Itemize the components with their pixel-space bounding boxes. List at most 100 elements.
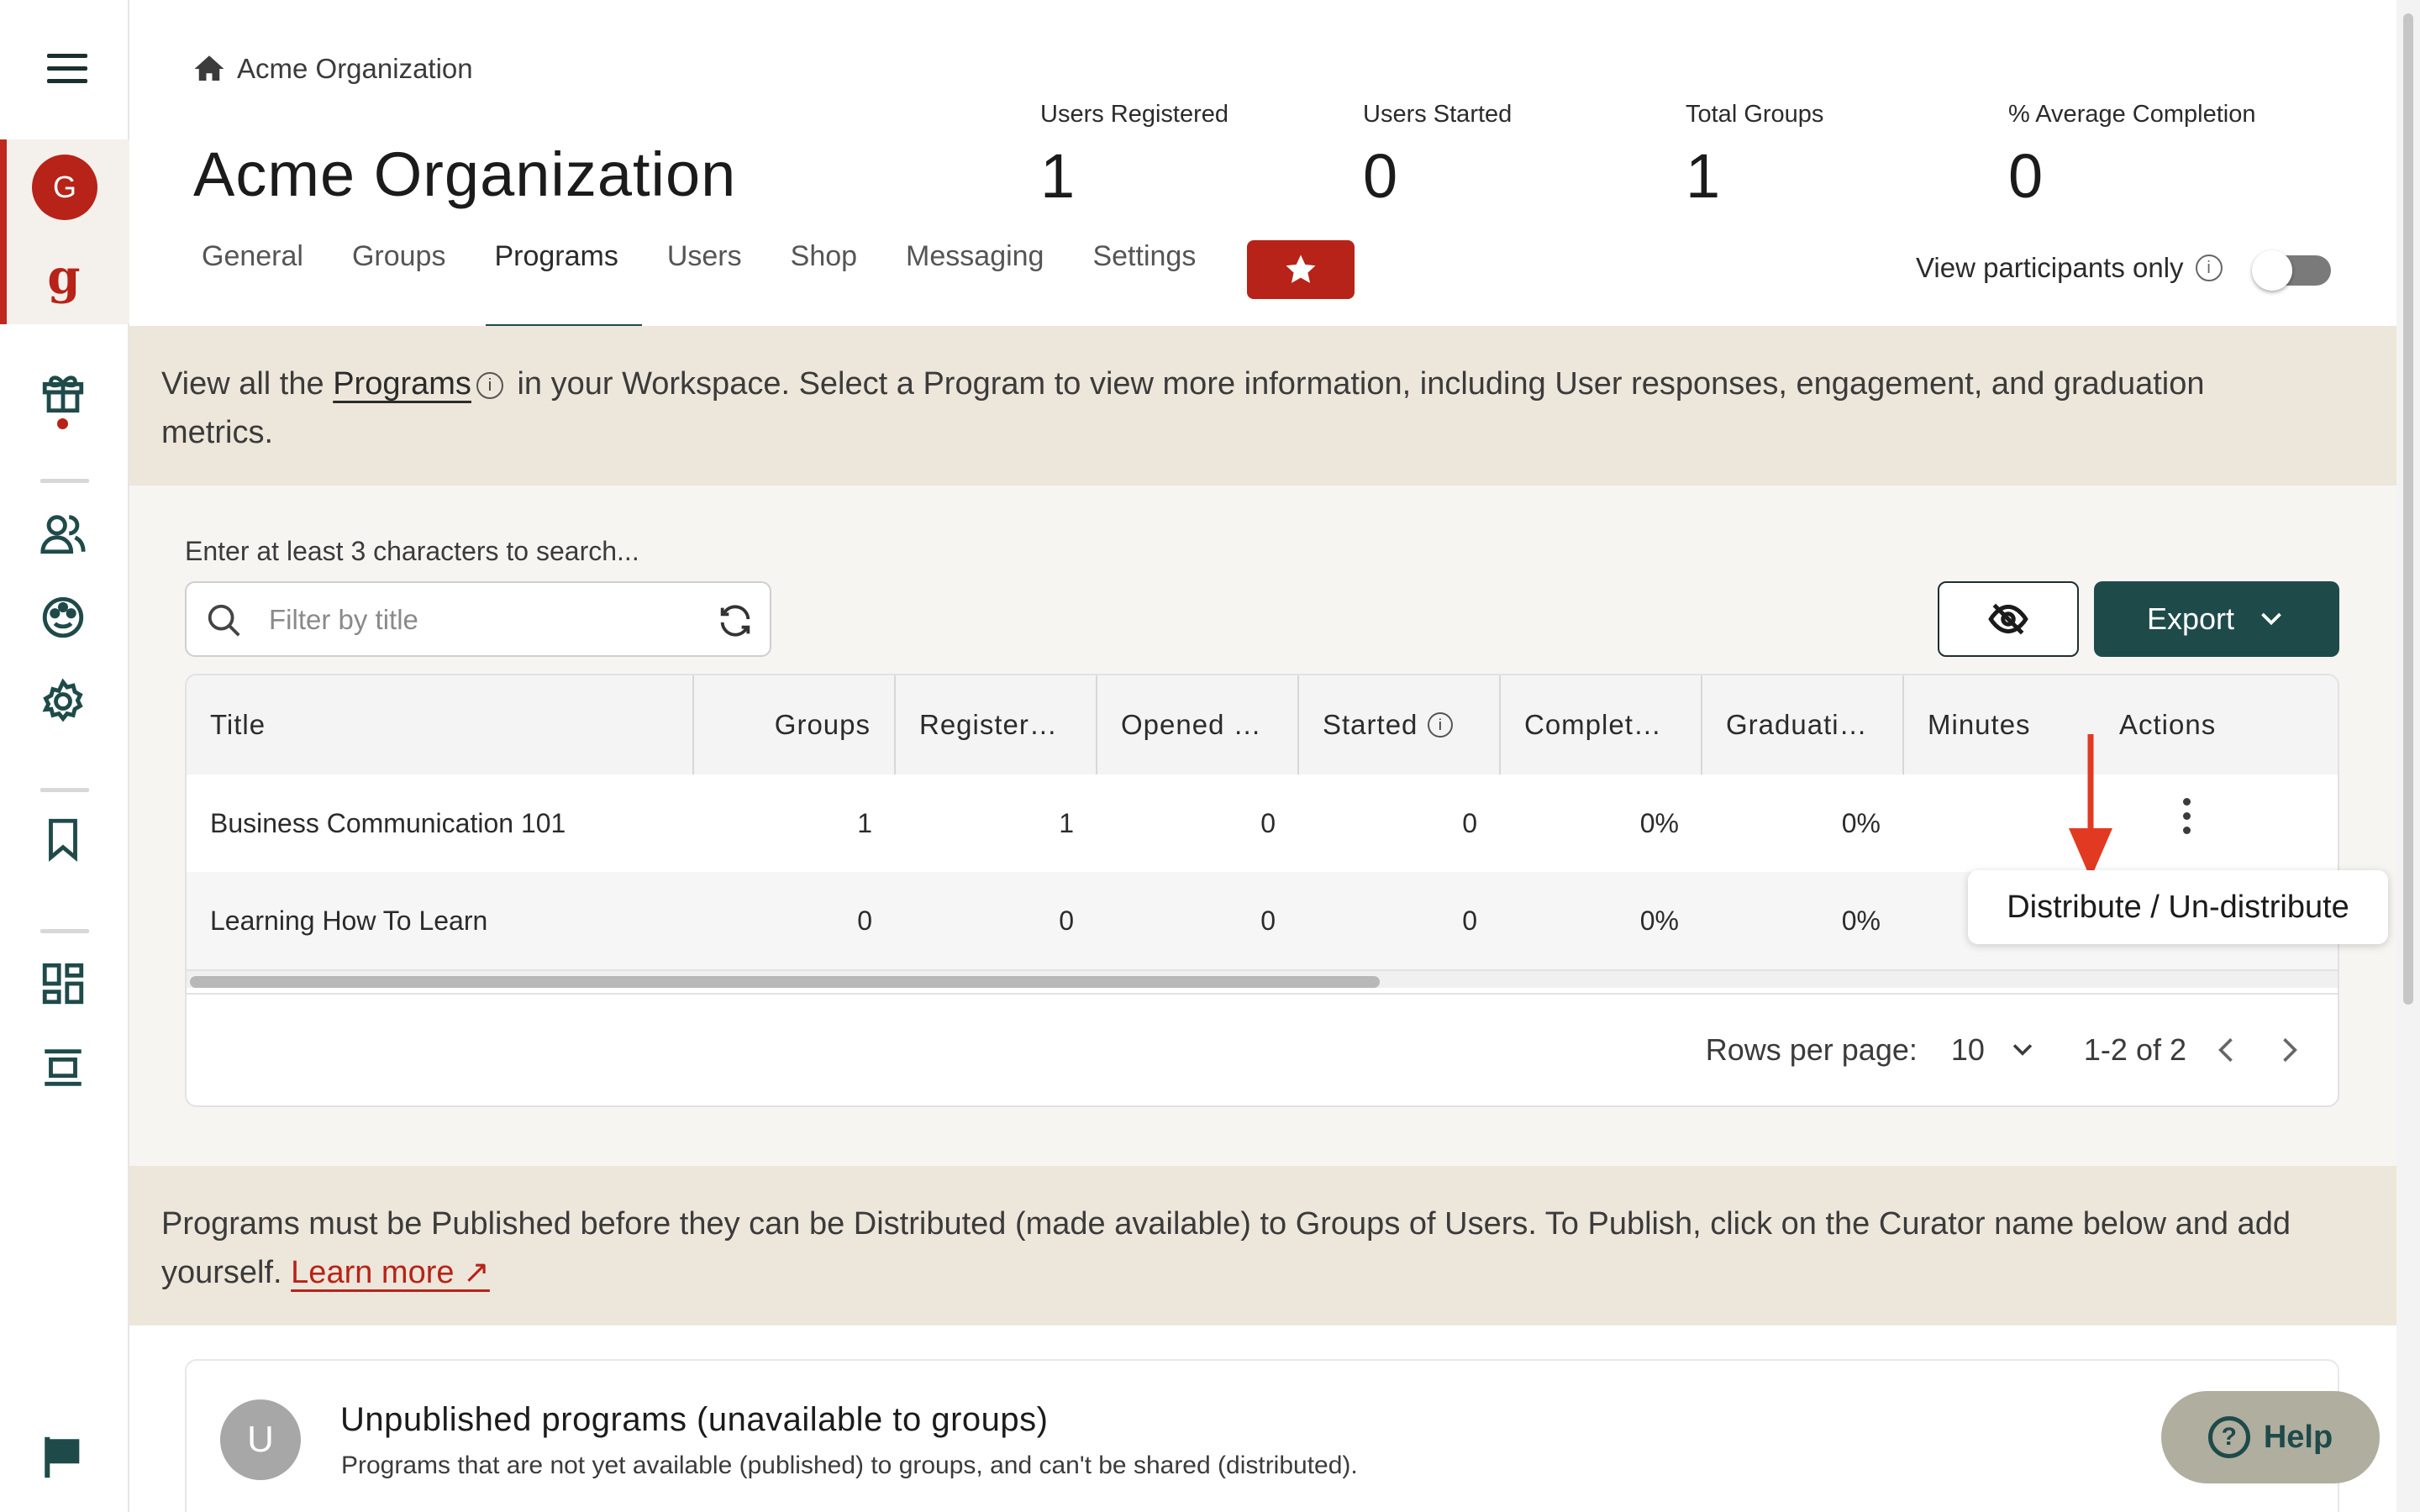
info-icon[interactable]: i — [1428, 712, 1454, 738]
tab-settings[interactable]: Settings — [1092, 240, 1219, 328]
cell-registered: 1 — [1059, 807, 1074, 838]
unpublished-subtitle: Programs that are not yet available (pub… — [341, 1452, 1358, 1479]
bookmark-icon[interactable] — [39, 815, 87, 864]
chevron-down-icon — [2012, 1044, 2033, 1056]
refresh-icon[interactable] — [716, 601, 755, 640]
stat-users-registered: Users Registered 1 — [1040, 101, 1228, 212]
gift-icon[interactable] — [39, 368, 87, 417]
export-button[interactable]: Export — [2094, 581, 2339, 657]
column-header-opened[interactable]: Opened … — [1097, 675, 1299, 774]
flag-icon[interactable] — [39, 1433, 87, 1482]
favorite-button[interactable] — [1247, 240, 1355, 299]
programs-link[interactable]: Programs — [333, 366, 471, 402]
column-header-started[interactable]: Started i — [1299, 675, 1501, 774]
view-participants-toggle[interactable] — [2252, 250, 2331, 291]
cell-started: 0 — [1462, 905, 1477, 936]
help-button[interactable]: ? Help — [2161, 1391, 2380, 1483]
home-icon — [194, 55, 224, 81]
page-title: Acme Organization — [193, 139, 737, 209]
stat-total-groups: Total Groups 1 — [1686, 101, 1823, 212]
chevron-down-icon — [2261, 612, 2281, 626]
stat-value: 0 — [2008, 141, 2044, 211]
tab-general[interactable]: General — [202, 240, 327, 328]
cell-completed: 0% — [1639, 905, 1679, 936]
tab-programs[interactable]: Programs — [486, 240, 643, 328]
cell-graduation: 0% — [1841, 905, 1881, 936]
dashboard-icon[interactable] — [39, 959, 87, 1008]
search-input[interactable] — [269, 600, 689, 640]
info-banner-prefix: View all the — [161, 366, 334, 402]
cell-graduation: 0% — [1841, 807, 1881, 838]
stat-label: Users Registered — [1040, 101, 1229, 128]
column-header-graduation[interactable]: Graduati… — [1702, 675, 1904, 774]
column-header-started-label: Started — [1323, 709, 1418, 740]
rows-per-page-select[interactable]: 10 — [1951, 1032, 2037, 1068]
help-label: Help — [2263, 1419, 2333, 1455]
page-scrollbar[interactable] — [2396, 0, 2420, 1512]
cell-opened: 0 — [1260, 905, 1276, 936]
stat-value: 0 — [1363, 141, 1398, 211]
stat-value: 1 — [1686, 141, 1721, 211]
tab-groups[interactable]: Groups — [352, 240, 470, 328]
view-participants-label: View participants only — [1916, 252, 2184, 283]
info-icon[interactable]: i — [476, 371, 503, 399]
stat-label: Users Started — [1363, 101, 1512, 128]
chevron-left-icon[interactable] — [2208, 1032, 2245, 1068]
search-hint: Enter at least 3 characters to search... — [185, 536, 639, 566]
gear-icon[interactable] — [39, 677, 87, 726]
cell-started: 0 — [1462, 807, 1477, 838]
layout-icon[interactable] — [39, 1043, 87, 1092]
publish-banner-text: Programs must be Published before they c… — [161, 1200, 2321, 1297]
export-label: Export — [2146, 601, 2235, 636]
tab-messaging[interactable]: Messaging — [906, 240, 1067, 328]
cell-groups: 0 — [857, 905, 872, 936]
info-icon[interactable]: i — [2195, 255, 2223, 281]
stat-users-started: Users Started 0 — [1363, 101, 1512, 212]
cell-title[interactable]: Learning How To Learn — [187, 906, 694, 937]
breadcrumb[interactable]: Acme Organization — [192, 50, 473, 87]
column-header-registered[interactable]: Register… — [896, 675, 1097, 774]
cell-title[interactable]: Business Communication 101 — [187, 808, 694, 839]
hide-columns-button[interactable] — [1938, 581, 2079, 657]
rail-divider — [40, 788, 89, 792]
tab-bar: General Groups Programs Users Shop Messa… — [202, 240, 1244, 328]
help-icon: ? — [2207, 1416, 2250, 1458]
cell-registered: 0 — [1059, 905, 1074, 936]
rows-per-page-value: 10 — [1950, 1032, 1985, 1067]
cell-completed: 0% — [1639, 807, 1679, 838]
brand-logo-icon[interactable]: g — [42, 252, 86, 302]
tab-shop[interactable]: Shop — [791, 240, 881, 328]
page-range: 1-2 of 2 — [2083, 1032, 2186, 1067]
search-icon — [208, 604, 240, 637]
info-banner: View all the Programs i in your Workspace… — [129, 326, 2396, 486]
view-participants-only: View participants only i — [1916, 252, 2223, 284]
tab-users[interactable]: Users — [667, 240, 765, 328]
stat-value: 1 — [1040, 141, 1076, 211]
avatar[interactable]: G — [32, 155, 97, 220]
column-header-groups[interactable]: Groups — [694, 675, 896, 774]
column-header-minutes[interactable]: Minutes — [1904, 675, 2072, 774]
eye-off-icon — [1988, 603, 2028, 635]
stat-label: % Average Completion — [2008, 101, 2256, 128]
chevron-right-icon[interactable] — [2270, 1032, 2307, 1068]
hamburger-menu-icon[interactable] — [47, 54, 87, 84]
column-header-completed[interactable]: Complet… — [1501, 675, 1702, 774]
palette-icon[interactable] — [39, 593, 87, 642]
table-horizontal-scrollbar[interactable] — [187, 969, 2338, 988]
column-header-title[interactable]: Title — [187, 675, 694, 774]
annotation-arrow-icon — [2069, 734, 2112, 879]
table-row[interactable]: Business Communication 101 1 1 0 0 0% 0% — [187, 774, 2338, 872]
publish-banner: Programs must be Published before they c… — [129, 1166, 2396, 1326]
pagination: Rows per page: 10 1-2 of 2 — [187, 993, 2338, 1105]
learn-more-link[interactable]: Learn more ↗ — [291, 1255, 490, 1290]
rows-per-page-label: Rows per page: — [1705, 1032, 1918, 1067]
rail-divider — [40, 479, 89, 483]
star-icon — [1286, 255, 1316, 283]
users-icon[interactable] — [39, 509, 87, 558]
unpublished-title: Unpublished programs (unavailable to gro… — [340, 1401, 1049, 1438]
search-box — [185, 581, 771, 657]
row-actions-menu-icon[interactable] — [2176, 798, 2196, 840]
stat-label: Total Groups — [1686, 101, 1824, 128]
actions-tooltip: Distribute / Un-distribute — [1968, 870, 2388, 944]
cell-groups: 1 — [857, 807, 872, 838]
